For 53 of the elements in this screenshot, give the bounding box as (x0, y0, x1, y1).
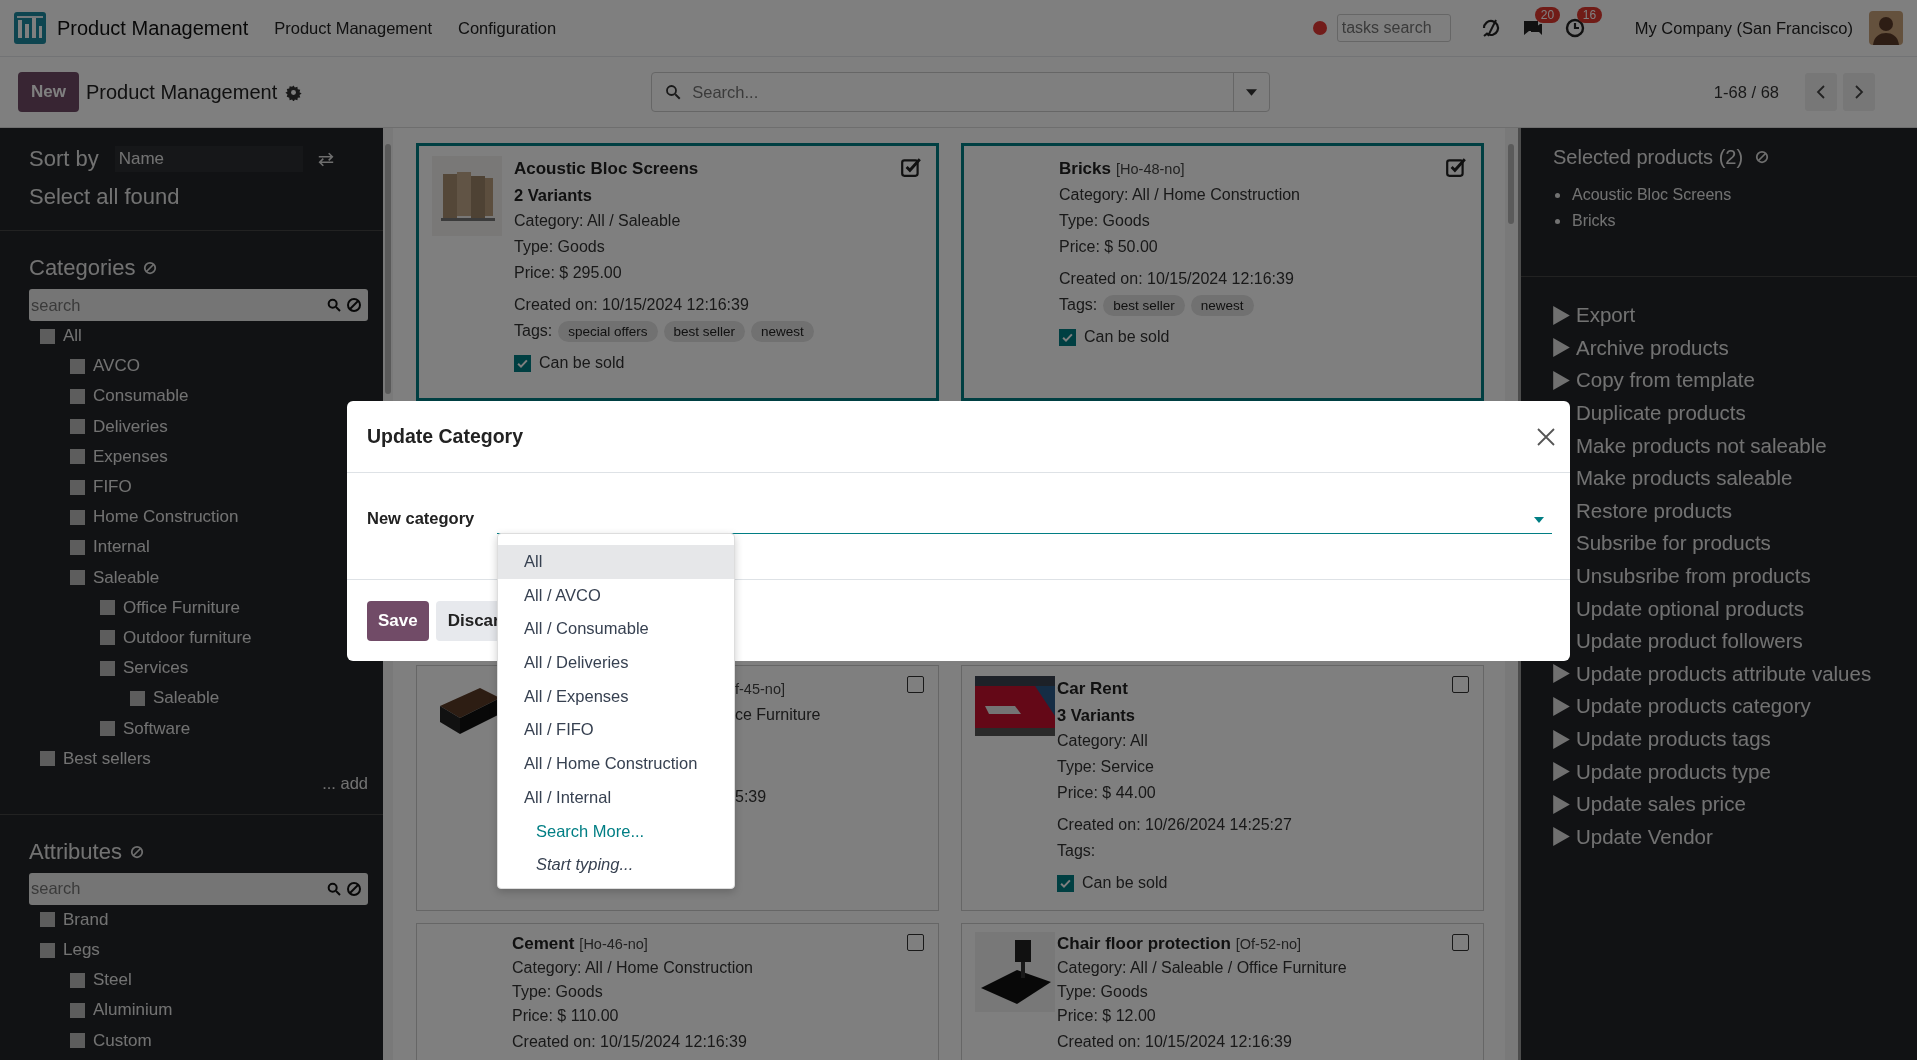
product-name: Acoustic Bloc Screens (514, 158, 700, 180)
section-title: Attributes (29, 838, 122, 865)
checkbox-label: Can be sold (539, 353, 625, 373)
section-title: Categories (29, 255, 136, 281)
hint-text: Start typing... (535, 854, 635, 876)
product-name: Car Rent (1057, 678, 1129, 700)
product-name: Bricks [Ho-48-no] (1059, 158, 1186, 180)
tags-label: Tags: (514, 321, 553, 341)
product-detail: Price: $ 50.00 (1059, 237, 1159, 257)
page-title: Product Management (85, 80, 278, 104)
product-detail: Price: $ 295.00 (514, 263, 623, 283)
activity-count-badge: 16 (1576, 7, 1603, 23)
product-detail: ce Furniture (735, 705, 821, 725)
checkbox-label: Can be sold (1082, 873, 1168, 893)
product-detail: Type: Service (1057, 757, 1155, 777)
tags-label: Tags: (1059, 295, 1098, 315)
tag: newest (751, 320, 814, 342)
product-detail: Category: All / Saleable / Office Furniture (1057, 958, 1347, 978)
dialog-title: Update Category (367, 425, 525, 448)
field-label: New category (367, 508, 476, 529)
product-detail: Category: All / Home Construction (1059, 185, 1300, 205)
product-detail: Price: $ 44.00 (1057, 783, 1157, 803)
product-detail: Type: Goods (1057, 982, 1149, 1002)
product-detail: Type: Goods (512, 982, 604, 1002)
product-detail: 5:39 (735, 787, 768, 807)
product-name: Cement [Ho-46-no] (512, 933, 649, 955)
created-date: Created on: 10/15/2024 12:16:39 (514, 295, 750, 315)
product-detail: Category: All / Home Construction (512, 958, 753, 978)
product-detail: Type: Goods (514, 237, 606, 257)
product-detail: Category: All (1057, 731, 1149, 751)
product-name: Chair floor protection [Of-52-no] (1057, 933, 1303, 955)
product-detail: Type: Goods (1059, 211, 1151, 231)
created-date: Created on: 10/26/2024 14:25:27 (1057, 815, 1292, 835)
tag: newest (1190, 294, 1254, 316)
tag: special offers (558, 320, 658, 342)
message-count-badge: 20 (1534, 7, 1561, 23)
created-date: Created on: 10/15/2024 12:16:39 (1057, 1032, 1293, 1052)
selected-product: Bricks (1572, 212, 1616, 230)
product-detail: Price: $ 12.00 (1057, 1006, 1157, 1026)
product-detail: Price: $ 110.00 (512, 1006, 620, 1026)
tag: best seller (1103, 294, 1185, 316)
product-code: f-45-no] (735, 680, 786, 699)
checkbox-label: Can be sold (1084, 327, 1170, 347)
panel-title: Selected products (2) (1553, 145, 1744, 169)
created-date: Created on: 10/15/2024 12:16:39 (1059, 269, 1295, 289)
sort-label: Sort by (29, 146, 99, 172)
tags-label: Tags: (1057, 841, 1096, 861)
variant-count: 2 Variants (514, 185, 593, 206)
selected-product: Acoustic Bloc Screens (1572, 186, 1732, 204)
created-date: Created on: 10/15/2024 12:16:39 (512, 1032, 748, 1052)
variant-count: 3 Variants (1057, 705, 1136, 726)
product-detail: Category: All / Saleable (514, 211, 682, 231)
tag: best seller (663, 320, 746, 342)
